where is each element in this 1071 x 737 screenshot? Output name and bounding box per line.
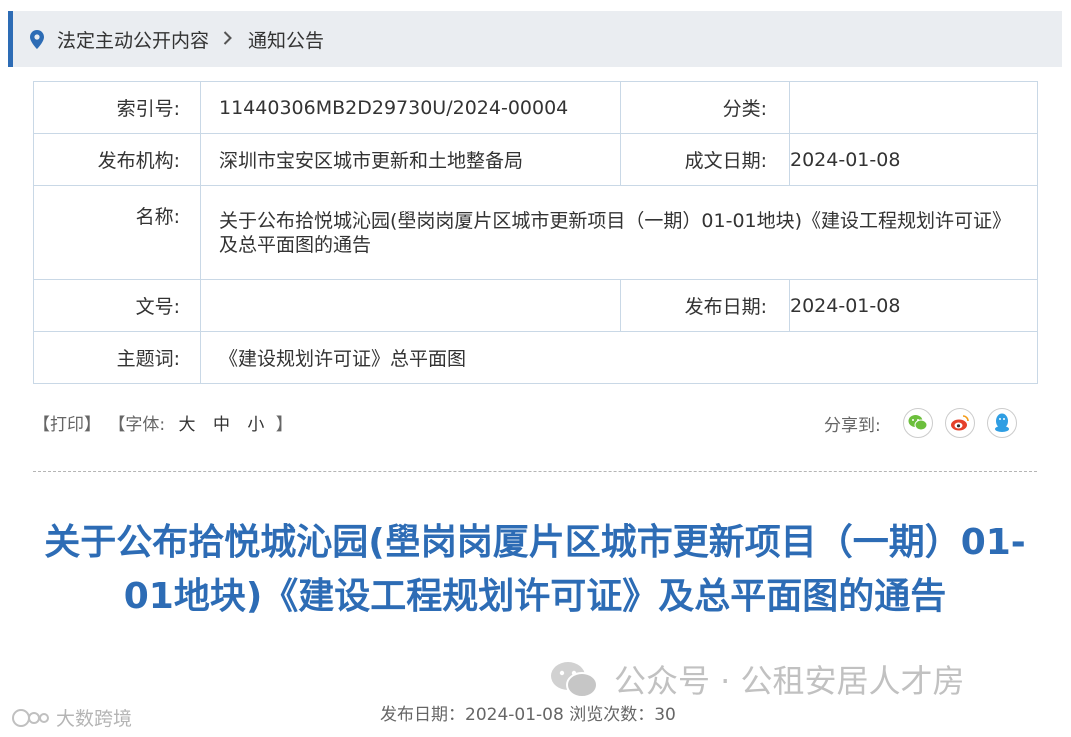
- category-value: [789, 81, 1038, 134]
- font-small-button[interactable]: 小: [247, 415, 264, 435]
- breadcrumb-item-public-content[interactable]: 法定主动公开内容: [57, 26, 209, 53]
- wechat-watermark: 公众号 · 公租安居人才房: [548, 656, 965, 702]
- name-value: 关于公布拾悦城沁园(壆岗岗厦片区城市更新项目（一期）01-01地块)《建设工程规…: [200, 185, 1038, 280]
- corner-watermark-text: 大数跨境: [56, 708, 133, 730]
- wechat-icon[interactable]: [902, 408, 933, 438]
- article-meta: 发布日期：2024-01-08 浏览次数：30: [380, 705, 676, 725]
- divider: [33, 471, 1037, 472]
- font-medium-button[interactable]: 中: [213, 415, 230, 435]
- index-label: 索引号:: [33, 81, 201, 134]
- doc-number-value: [200, 279, 621, 332]
- breadcrumb-item-notices[interactable]: 通知公告: [248, 26, 324, 53]
- location-pin-icon: [27, 27, 47, 51]
- publish-date-label: 发布日期:: [620, 279, 790, 332]
- publisher-value: 深圳市宝安区城市更新和土地整备局: [200, 133, 621, 186]
- article-title: 关于公布拾悦城沁园(壆岗岗厦片区城市更新项目（一期）01-01地块)《建设工程规…: [44, 522, 1026, 617]
- qq-icon[interactable]: [986, 408, 1017, 438]
- print-font-tools: 【打印】 【字体: 大 中 小 】: [33, 410, 295, 435]
- publish-date-value: 2024-01-08: [789, 279, 1038, 332]
- doc-number-label: 文号:: [33, 279, 201, 332]
- publisher-label: 发布机构:: [33, 133, 201, 186]
- name-label: 名称:: [33, 185, 201, 280]
- corner-logo-icon: [12, 708, 49, 727]
- written-date-value: 2024-01-08: [789, 133, 1038, 186]
- wechat-watermark-icon: [551, 662, 598, 698]
- font-size-close: 】: [275, 415, 293, 435]
- wechat-watermark-text: 公众号 · 公租安居人才房: [614, 662, 965, 700]
- index-value: 11440306MB2D29730U/2024-00004: [200, 81, 621, 134]
- font-size-label: 【字体:: [108, 415, 166, 435]
- share-bar: 分享到:: [824, 408, 1029, 438]
- keywords-label: 主题词:: [33, 331, 201, 384]
- written-date-label: 成文日期:: [620, 133, 790, 186]
- share-label: 分享到:: [824, 415, 881, 436]
- document-info-table: 索引号: 11440306MB2D29730U/2024-00004 分类: 发…: [33, 81, 1038, 384]
- weibo-icon[interactable]: [944, 408, 975, 438]
- corner-watermark: 大数跨境: [10, 704, 132, 731]
- breadcrumb: 法定主动公开内容 通知公告: [8, 11, 1062, 67]
- font-large-button[interactable]: 大: [179, 415, 196, 435]
- chevron-right-icon: [223, 29, 232, 50]
- keywords-value: 《建设规划许可证》总平面图: [200, 331, 1038, 384]
- print-button[interactable]: 【打印】: [33, 415, 101, 435]
- category-label: 分类:: [620, 81, 790, 134]
